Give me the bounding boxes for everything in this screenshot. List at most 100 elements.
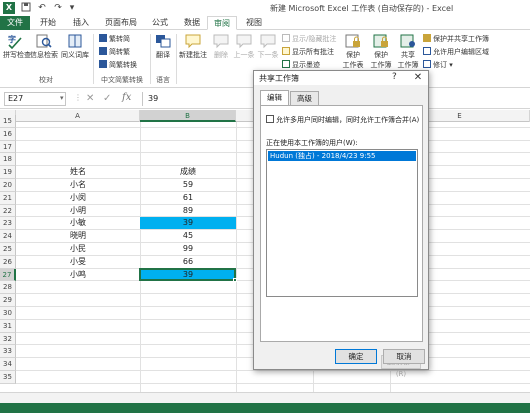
row-header[interactable]: 23 <box>0 217 16 231</box>
enter-entry-icon[interactable]: ✓ <box>103 93 111 104</box>
cell-name[interactable]: 小旻 <box>70 256 86 269</box>
cell-score[interactable] <box>140 115 236 128</box>
row-header[interactable]: 17 <box>0 140 16 154</box>
undo-icon[interactable]: ↶ <box>36 2 48 14</box>
cell-score[interactable] <box>140 371 236 384</box>
allow-edit-ranges-button[interactable]: 允许用户编辑区域 <box>423 47 489 57</box>
allow-multi-user-checkbox[interactable] <box>266 115 274 123</box>
cell-score[interactable]: 61 <box>140 192 236 205</box>
row-header[interactable]: 35 <box>0 371 16 384</box>
cell-score[interactable] <box>140 294 236 307</box>
show-hide-comment-button[interactable]: 显示/隐藏批注 <box>282 34 336 44</box>
cell-score[interactable]: 59 <box>140 179 236 192</box>
show-all-comments-button[interactable]: 显示所有批注 <box>282 47 334 57</box>
cell-score[interactable] <box>140 281 236 294</box>
cell-score[interactable]: 99 <box>140 243 236 256</box>
row-header[interactable]: 22 <box>0 204 16 218</box>
cancel-button[interactable]: 取消 <box>383 349 425 364</box>
cell-name[interactable]: 小民 <box>70 243 86 256</box>
row-header[interactable]: 18 <box>0 153 16 167</box>
cell-name[interactable]: 小鸣 <box>70 269 86 282</box>
cell-name[interactable]: 小闵 <box>70 192 86 205</box>
cell-score[interactable] <box>140 320 236 333</box>
share-workbook-button[interactable]: 共享 工作簿 <box>395 33 421 70</box>
row-header[interactable]: 24 <box>0 230 16 243</box>
row-header[interactable]: 15 <box>0 115 16 128</box>
next-comment-button[interactable]: 下一条 <box>257 33 279 60</box>
previous-comment-button[interactable]: 上一条 <box>233 33 255 60</box>
tab-editing[interactable]: 编辑 <box>260 90 289 105</box>
list-item[interactable]: Hudun (独占) - 2018/4/23 9:55 <box>268 151 416 161</box>
current-users-list[interactable]: Hudun (独占) - 2018/4/23 9:55 <box>266 149 418 297</box>
tab-review[interactable]: 审阅 <box>207 16 237 30</box>
tab-insert[interactable]: 插入 <box>66 16 96 30</box>
customize-quick-access-icon[interactable]: ▾ <box>66 2 78 14</box>
row-header[interactable]: 21 <box>0 191 16 205</box>
cell-name[interactable]: 晓明 <box>70 230 86 243</box>
delete-comment-button[interactable]: 删除 <box>211 33 231 60</box>
thesaurus-button[interactable]: 同义词库 <box>60 33 90 60</box>
tab-formulas[interactable]: 公式 <box>145 16 175 30</box>
cell-name[interactable]: 小明 <box>70 205 86 218</box>
close-icon[interactable]: ✕ <box>409 71 427 84</box>
to-simplified-button[interactable]: 繁转简 <box>99 34 130 44</box>
research-button[interactable]: 信息检索 <box>30 33 58 60</box>
row-header[interactable]: 30 <box>0 307 16 320</box>
tab-page-layout[interactable]: 页面布局 <box>99 16 143 30</box>
cell-score[interactable]: 39 <box>140 217 236 230</box>
row-header[interactable]: 31 <box>0 319 16 333</box>
name-box[interactable]: E27 <box>4 92 66 106</box>
window-title: 新建 Microsoft Excel 工作表 (自动保存的) - Excel <box>270 4 454 13</box>
cell-name[interactable]: 小敏 <box>70 217 86 230</box>
insert-function-icon[interactable]: fx <box>122 92 131 103</box>
row-header[interactable]: 29 <box>0 294 16 307</box>
name-box-dropdown-icon[interactable]: ▾ <box>60 94 64 102</box>
cell-score[interactable] <box>140 141 236 154</box>
row-header[interactable]: 27 <box>0 268 16 282</box>
track-changes-button[interactable]: 修订 ▾ <box>423 60 453 70</box>
tab-file[interactable]: 文件 <box>0 16 30 30</box>
row-header[interactable]: 20 <box>0 179 16 192</box>
allow-multi-user-option[interactable]: 允许多用户同时编辑，同时允许工作簿合并(A) <box>266 115 419 125</box>
row-header[interactable]: 25 <box>0 243 16 256</box>
tab-home[interactable]: 开始 <box>33 16 63 30</box>
row-header[interactable]: 33 <box>0 345 16 359</box>
ok-button[interactable]: 确定 <box>335 349 377 364</box>
chinese-convert-button[interactable]: 简繁转换 <box>99 60 137 70</box>
row-header[interactable]: 34 <box>0 358 16 371</box>
cell-score[interactable] <box>140 128 236 141</box>
row-header[interactable]: 16 <box>0 127 16 141</box>
cell-name[interactable]: 小名 <box>70 179 86 192</box>
translate-button[interactable]: 翻译 <box>152 33 174 60</box>
tab-advanced[interactable]: 高级 <box>290 91 319 105</box>
cell-name[interactable]: 姓名 <box>70 166 86 179</box>
row-header[interactable]: 26 <box>0 255 16 269</box>
row-header[interactable]: 19 <box>0 166 16 179</box>
to-traditional-button[interactable]: 简转繁 <box>99 47 130 57</box>
tab-data[interactable]: 数据 <box>177 16 207 30</box>
tab-view[interactable]: 视图 <box>239 16 269 30</box>
cell-score[interactable] <box>140 153 236 166</box>
cell-score[interactable] <box>140 333 236 346</box>
cell-score[interactable] <box>140 358 236 371</box>
cell-score[interactable] <box>140 345 236 358</box>
column-header-a[interactable]: A <box>16 110 140 122</box>
save-icon[interactable] <box>20 2 32 14</box>
protect-workbook-button[interactable]: 保护 工作簿 <box>368 33 394 70</box>
protect-sheet-button[interactable]: 保护 工作表 <box>340 33 366 70</box>
cell-score[interactable]: 89 <box>140 205 236 218</box>
help-icon[interactable]: ? <box>392 72 397 82</box>
row-header[interactable]: 28 <box>0 281 16 295</box>
cell-score[interactable]: 45 <box>140 230 236 243</box>
group-language-label: 语言 <box>156 76 170 84</box>
spelling-button[interactable]: 字 拼写检查 <box>3 33 31 60</box>
new-comment-button[interactable]: 新建批注 <box>178 33 208 60</box>
row-header[interactable]: 32 <box>0 332 16 346</box>
svg-text:字: 字 <box>8 34 16 44</box>
cell-score[interactable] <box>140 307 236 320</box>
cell-score[interactable]: 成绩 <box>140 166 236 179</box>
protect-share-workbook-button[interactable]: 保护并共享工作簿 <box>423 34 489 44</box>
show-ink-button[interactable]: 显示墨迹 <box>282 60 320 70</box>
redo-icon[interactable]: ↷ <box>52 2 64 14</box>
cancel-entry-icon[interactable]: ✕ <box>86 93 94 104</box>
